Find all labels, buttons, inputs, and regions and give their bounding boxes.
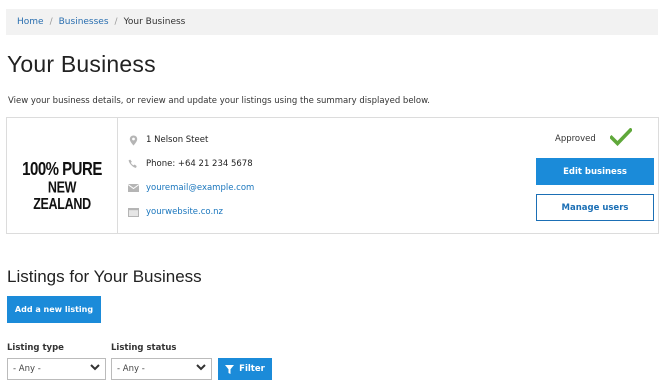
add-listing-button[interactable]: Add a new listing (7, 296, 101, 323)
business-summary-card: 100% PURE NEW ZEALAND 1 Nelson Steet Pho… (6, 117, 659, 234)
page-title: Your Business (7, 51, 156, 77)
business-details: 1 Nelson Steet Phone: +64 21 234 5678 yo… (127, 128, 427, 224)
filter-button-label: Filter (239, 364, 265, 374)
manage-users-button[interactable]: Manage users (536, 194, 654, 221)
listings-heading: Listings for Your Business (7, 267, 202, 286)
page-intro: View your business details, or review an… (8, 96, 430, 106)
website-link[interactable]: yourwebsite.co.nz (146, 207, 223, 217)
email-link[interactable]: youremail@example.com (146, 183, 254, 193)
listing-type-select[interactable]: - Any - (7, 358, 106, 380)
listing-status-label: Listing status (111, 343, 177, 353)
address-row: 1 Nelson Steet (127, 128, 427, 152)
business-logo: 100% PURE NEW ZEALAND (21, 160, 103, 211)
listing-type-value: - Any - (13, 364, 41, 374)
website-row: yourwebsite.co.nz (127, 200, 427, 224)
chevron-down-icon (196, 364, 206, 374)
map-pin-icon (127, 134, 139, 146)
envelope-icon (127, 182, 139, 194)
listing-status-select[interactable]: - Any - (111, 358, 212, 380)
phone-row: Phone: +64 21 234 5678 (127, 152, 427, 176)
email-row: youremail@example.com (127, 176, 427, 200)
phone-text: Phone: +64 21 234 5678 (146, 159, 253, 169)
checkmark-icon (608, 127, 633, 149)
filter-icon (225, 364, 235, 374)
status-label: Approved (555, 133, 596, 144)
browser-window-icon (127, 206, 139, 218)
filter-button[interactable]: Filter (218, 358, 272, 380)
address-text: 1 Nelson Steet (146, 135, 209, 145)
edit-business-button[interactable]: Edit business (536, 158, 654, 185)
breadcrumb-separator: / (49, 17, 53, 27)
breadcrumb: Home / Businesses / Your Business (6, 9, 658, 35)
chevron-down-icon (90, 364, 100, 374)
listing-status-value: - Any - (117, 364, 145, 374)
business-logo-panel: 100% PURE NEW ZEALAND (7, 118, 118, 233)
phone-icon (127, 158, 139, 170)
breadcrumb-businesses[interactable]: Businesses (59, 17, 109, 27)
breadcrumb-current: Your Business (123, 17, 186, 27)
breadcrumb-separator: / (114, 17, 118, 27)
listing-type-label: Listing type (7, 343, 64, 353)
breadcrumb-home[interactable]: Home (17, 17, 44, 27)
logo-line-2: NEW ZEALAND (33, 178, 91, 212)
approval-status: Approved (555, 127, 633, 149)
logo-line-1: 100% PURE (22, 158, 102, 180)
